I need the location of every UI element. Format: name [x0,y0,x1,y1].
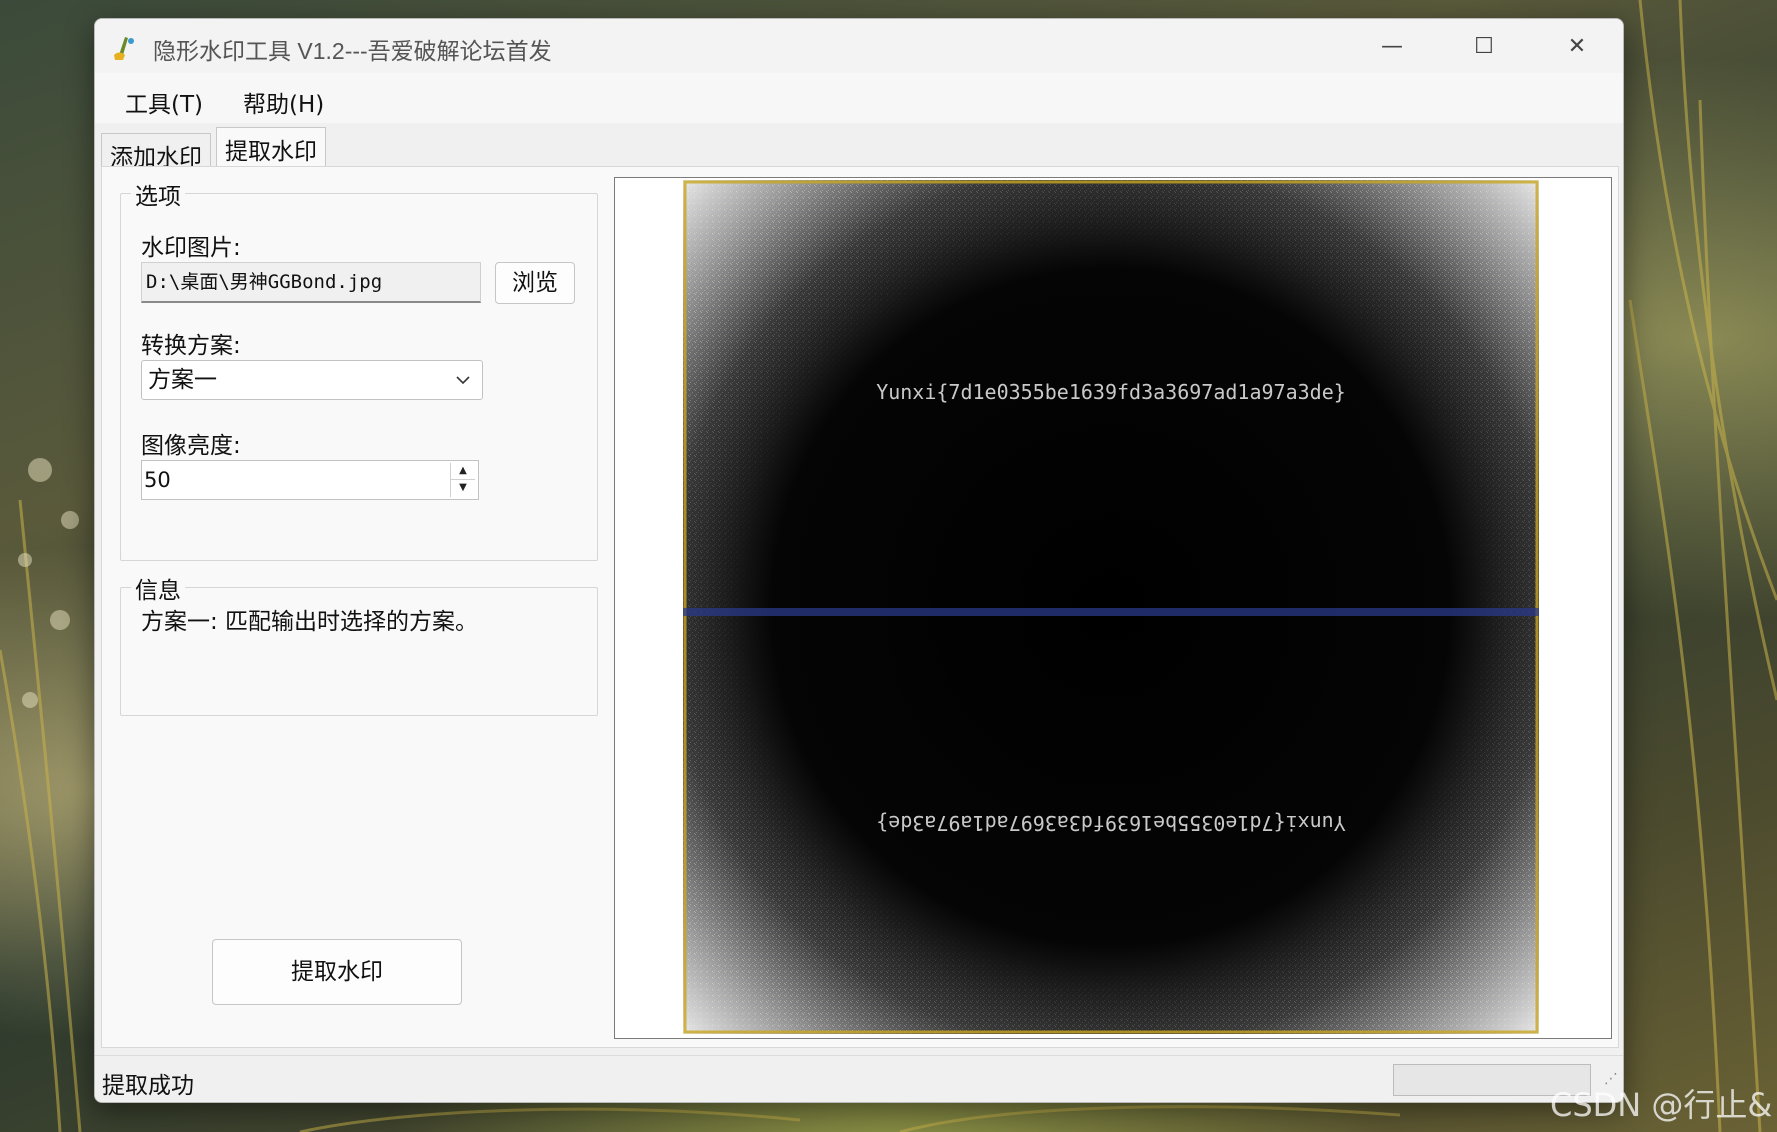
brightness-spinner[interactable]: 50 ▲ ▼ [141,460,479,500]
paint-brush-icon [114,37,134,60]
menu-bar: 工具(T) 帮助(H) [95,73,1623,123]
spinner-down-button[interactable]: ▼ [451,480,475,496]
options-legend: 选项 [131,177,185,211]
brightness-label: 图像亮度: [141,433,241,459]
close-icon: ✕ [1567,33,1587,59]
tab-strip: 添加水印 提取水印 [95,123,1623,172]
spinner-buttons: ▲ ▼ [450,463,475,497]
recovered-watermark-text-mirrored: Yunxi{7d1e0355be1639fd3a3697ad1a97a3de} [876,811,1346,835]
recovered-watermark-text: Yunxi{7d1e0355be1639fd3a3697ad1a97a3de} [876,380,1346,404]
preview-canvas: Yunxi{7d1e0355be1639fd3a3697ad1a97a3de} … [683,180,1539,1034]
brightness-value: 50 [144,468,171,492]
info-legend: 信息 [131,571,185,605]
title-bar: 隐形水印工具 V1.2---吾爱破解论坛首发 — ☐ ✕ [95,19,1623,73]
csdn-watermark: CSDN @行止& [1550,1086,1773,1124]
minimize-button[interactable]: — [1346,19,1438,73]
menu-tools[interactable]: 工具(T) [125,85,203,119]
chevron-down-icon [456,376,470,385]
extract-watermark-button[interactable]: 提取水印 [212,939,462,1005]
window-title: 隐形水印工具 V1.2---吾爱破解论坛首发 [153,38,552,64]
scheme-select-value: 方案一 [148,367,217,393]
extract-tab-panel: 选项 水印图片: D:\桌面\男神GGBond.jpg 浏览 转换方案: 方案一… [101,166,1619,1048]
minimize-icon: — [1381,33,1403,59]
maximize-button[interactable]: ☐ [1438,19,1530,73]
info-group: 信息 方案一: 匹配输出时选择的方案。 [120,571,598,716]
scheme-select[interactable]: 方案一 [141,360,483,400]
close-button[interactable]: ✕ [1531,19,1623,73]
menu-help[interactable]: 帮助(H) [243,85,324,119]
status-bar: 提取成功 ⋰ [95,1055,1623,1102]
status-text: 提取成功 [102,1073,194,1099]
watermark-preview-image: Yunxi{7d1e0355be1639fd3a3697ad1a97a3de} … [614,177,1612,1039]
browse-button[interactable]: 浏览 [495,262,575,304]
app-window: 隐形水印工具 V1.2---吾爱破解论坛首发 — ☐ ✕ 工具(T) 帮助(H)… [94,18,1624,1103]
options-group: 选项 水印图片: D:\桌面\男神GGBond.jpg 浏览 转换方案: 方案一… [120,177,598,561]
maximize-icon: ☐ [1474,33,1494,59]
info-text: 方案一: 匹配输出时选择的方案。 [141,609,479,635]
scheme-label: 转换方案: [141,333,241,359]
center-line [683,608,1539,616]
watermark-image-label: 水印图片: [141,235,241,261]
watermark-image-path-field[interactable]: D:\桌面\男神GGBond.jpg [141,262,481,303]
